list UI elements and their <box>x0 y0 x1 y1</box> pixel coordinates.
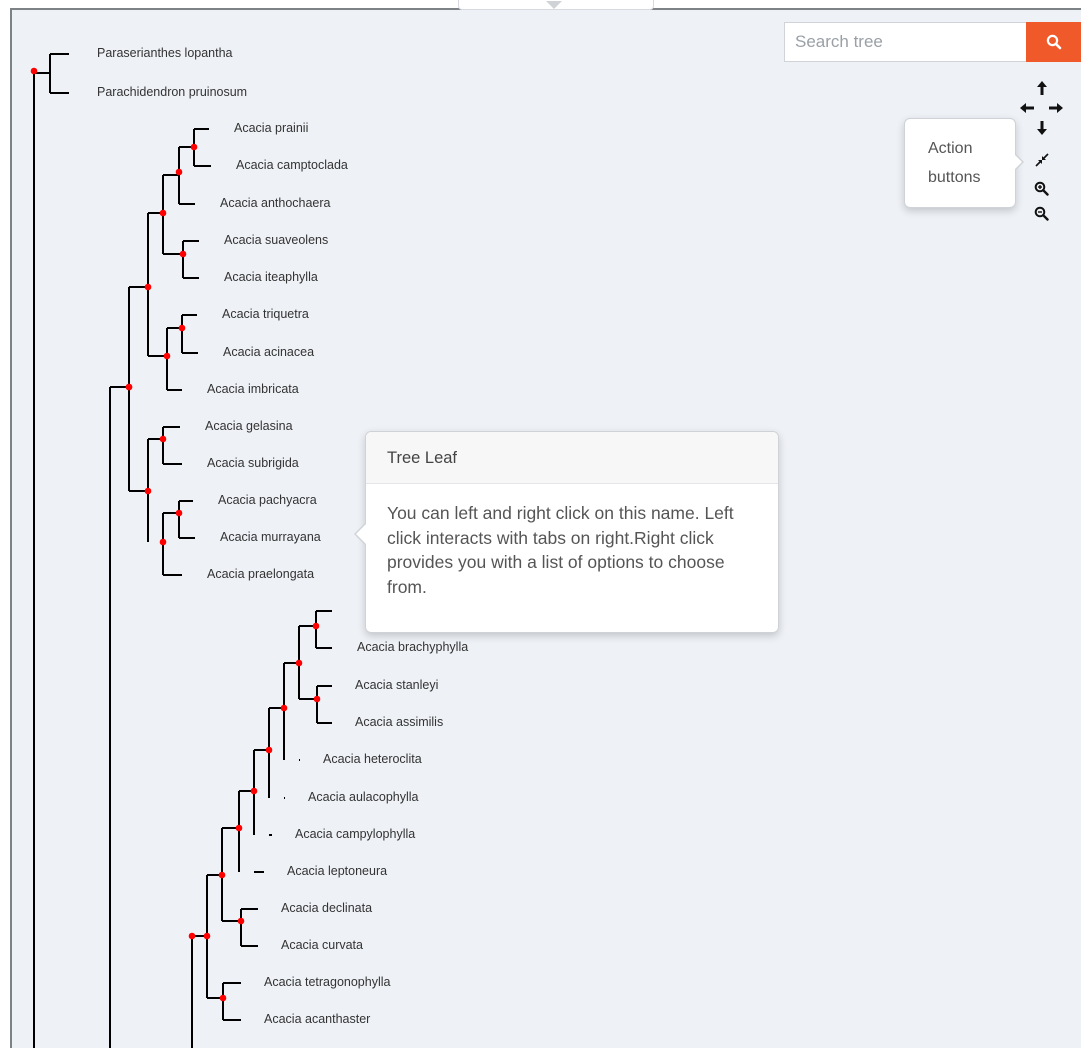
node-clade-triquetra[interactable] <box>178 324 186 332</box>
node-clade-prainii[interactable] <box>190 143 198 151</box>
node-prainii-anth[interactable] <box>175 168 183 176</box>
leaf-label[interactable]: Parachidendron pruinosum <box>97 84 247 100</box>
node-clade-n12[interactable] <box>218 871 226 879</box>
search-button[interactable] <box>1026 22 1081 62</box>
leaf-label[interactable]: Acacia gelasina <box>205 418 293 434</box>
search-icon <box>1046 34 1061 50</box>
arrow-down-icon[interactable] <box>1034 119 1050 137</box>
node-clade-gelasina[interactable] <box>159 435 167 443</box>
arrow-left-icon[interactable] <box>1018 100 1036 116</box>
leaf-label[interactable]: Acacia assimilis <box>355 714 443 730</box>
search-input[interactable] <box>784 22 1026 62</box>
node-clade-n13[interactable] <box>203 932 211 940</box>
leaf-label[interactable]: Acacia aulacophylla <box>308 789 419 805</box>
node-clade-n1[interactable] <box>159 209 167 217</box>
caret-down-icon <box>546 1 562 9</box>
compress-icon[interactable] <box>1034 152 1050 168</box>
arrow-right-icon[interactable] <box>1047 100 1065 116</box>
leaf-label[interactable]: Acacia triquetra <box>222 306 309 322</box>
node-clade-n9[interactable] <box>265 746 273 754</box>
leaf-label[interactable]: Acacia camptoclada <box>236 157 348 173</box>
leaf-label[interactable]: Acacia stanleyi <box>355 677 438 693</box>
leaf-label[interactable]: Acacia iteaphylla <box>224 269 318 285</box>
node-clade-n4[interactable] <box>159 538 167 546</box>
leaf-label[interactable]: Acacia curvata <box>281 937 363 953</box>
node-clade-n11[interactable] <box>235 824 243 832</box>
leaf-label[interactable]: Acacia praelongata <box>207 566 314 582</box>
tooltip-line-1: Action <box>928 140 973 157</box>
leaf-label[interactable]: Acacia brachyphylla <box>357 639 468 655</box>
leaf-label[interactable]: Acacia pachyacra <box>218 492 317 508</box>
node-clade-n7[interactable] <box>295 659 303 667</box>
node-lower[interactable] <box>188 932 196 940</box>
leaf-label[interactable]: Acacia tetragonophylla <box>264 974 390 990</box>
tree-leaf-popover: Tree Leaf You can left and right click o… <box>354 431 779 633</box>
tooltip-line-2: buttons <box>928 169 981 186</box>
node-root[interactable] <box>30 67 38 75</box>
arrow-up-icon[interactable] <box>1034 79 1050 97</box>
zoom-out-icon[interactable] <box>1033 205 1050 222</box>
leaf-label[interactable]: Acacia campylophylla <box>295 826 415 842</box>
leaf-label[interactable]: Acacia acinacea <box>223 344 314 360</box>
leaf-label[interactable]: Acacia suaveolens <box>224 232 328 248</box>
leaf-label[interactable]: Acacia heteroclita <box>323 751 422 767</box>
leaf-label[interactable]: Acacia leptoneura <box>287 863 387 879</box>
node-clade-n8[interactable] <box>280 704 288 712</box>
node-clade-tetragono[interactable] <box>219 994 227 1002</box>
node-acacia[interactable] <box>125 383 133 391</box>
node-clade-n10[interactable] <box>250 787 258 795</box>
zoom-in-icon[interactable] <box>1033 180 1050 197</box>
node-clade-suaveolens[interactable] <box>179 250 187 258</box>
node-clade-pachyacra[interactable] <box>175 509 183 517</box>
leaf-label[interactable]: Acacia imbricata <box>207 381 299 397</box>
action-buttons-tooltip: Action buttons <box>904 118 1024 208</box>
popover-title: Tree Leaf <box>366 432 778 484</box>
node-clade-stanleyi[interactable] <box>313 695 321 703</box>
node-clade-n3[interactable] <box>144 283 152 291</box>
leaf-label[interactable]: Acacia anthochaera <box>220 195 331 211</box>
node-clade-n5[interactable] <box>144 487 152 495</box>
node-clade-brachy[interactable] <box>312 622 320 630</box>
node-clade-n2[interactable] <box>163 352 171 360</box>
popover-body: You can left and right click on this nam… <box>387 503 734 597</box>
leaf-label[interactable]: Acacia declinata <box>281 900 372 916</box>
leaf-label[interactable]: Acacia prainii <box>234 120 308 136</box>
leaf-label[interactable]: Acacia subrigida <box>207 455 299 471</box>
leaf-label[interactable]: Paraserianthes lopantha <box>97 45 233 61</box>
node-clade-declinata[interactable] <box>237 917 245 925</box>
leaf-label[interactable]: Acacia murrayana <box>220 529 321 545</box>
leaf-label[interactable]: Acacia acanthaster <box>264 1011 370 1027</box>
